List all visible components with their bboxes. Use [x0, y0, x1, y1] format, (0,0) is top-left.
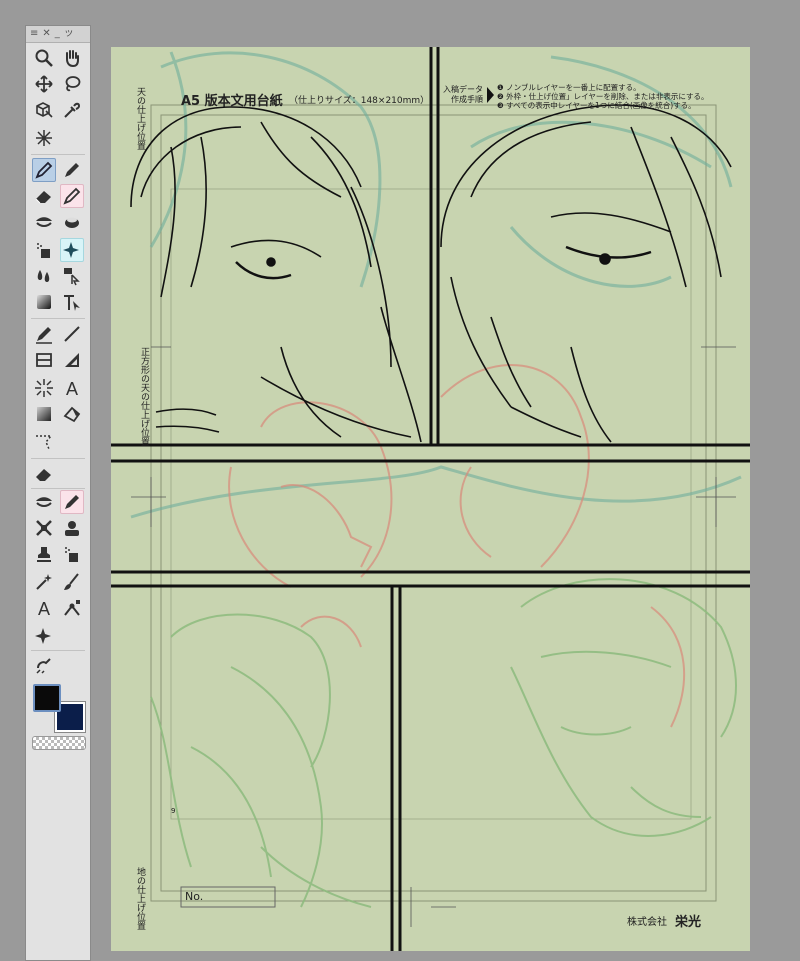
speed-lines-tool-icon[interactable]: [32, 376, 56, 400]
size-note: （仕上りサイズ：148×210mm）: [289, 96, 430, 106]
palette-header: ≡ ✕ _ ッ: [26, 26, 90, 43]
tool-palette: ≡ ✕ _ ッ A A: [25, 25, 91, 961]
remove-dust-tool-icon[interactable]: [32, 516, 56, 540]
red-sketch-layer: [228, 364, 686, 728]
main-color-swatch[interactable]: [33, 684, 61, 712]
water-tool-icon[interactable]: [32, 264, 56, 288]
eraser-tool-icon[interactable]: [32, 184, 56, 208]
green-sketch-layer: [150, 578, 737, 908]
line-tool-icon[interactable]: [60, 322, 84, 346]
pen-sub-tool-icon[interactable]: [60, 490, 84, 514]
manuscript-page: [111, 47, 750, 951]
transparent-color-swatch[interactable]: [32, 736, 86, 750]
fill-tool-icon[interactable]: [32, 210, 56, 234]
page-number: 9: [171, 807, 176, 815]
drawing-canvas[interactable]: A5 版本文用台紙 （仕上りサイズ：148×210mm） 入稿データ 作成手順 …: [111, 47, 750, 951]
instruction-3: ❸ すべての表示中レイヤーを1つに結合(画像を統合)する。: [497, 101, 696, 110]
close-icon[interactable]: ✕: [42, 26, 50, 42]
sparkle-sub-tool-icon[interactable]: [32, 624, 56, 648]
minimize-icon[interactable]: _: [55, 26, 60, 42]
svg-text:A: A: [66, 379, 78, 398]
submission-heading: 入稿データ 作成手順: [443, 85, 483, 104]
collapse-icon[interactable]: ッ: [64, 26, 74, 42]
fill-sub-tool-icon[interactable]: [32, 490, 56, 514]
lineart-right-face: [440, 104, 732, 443]
company-prefix: 株式会社: [627, 917, 667, 928]
magic-wand-tool-icon[interactable]: [32, 570, 56, 594]
side-margin-label: 正方形の天の仕上げ位置: [139, 347, 149, 446]
bottom-margin-label: 地の仕上げ位置: [135, 867, 145, 930]
vector-tool-icon[interactable]: [60, 596, 84, 620]
spray-tool-icon[interactable]: [60, 542, 84, 566]
svg-text:A: A: [38, 599, 50, 618]
control-point-tool-icon[interactable]: [60, 290, 84, 314]
auto-select-tool-icon[interactable]: [32, 126, 56, 150]
top-margin-label: 天の仕上げ位置: [135, 87, 145, 150]
zoom-tool-icon[interactable]: [32, 46, 56, 70]
move-tool-icon[interactable]: [32, 72, 56, 96]
no-label: No.: [185, 890, 204, 903]
eraser-sub-tool-icon[interactable]: [32, 462, 56, 486]
stamp-tool-icon[interactable]: [32, 542, 56, 566]
marker-tool-icon[interactable]: [60, 184, 84, 208]
text-sub-tool-icon[interactable]: A: [32, 596, 56, 620]
figure-select-tool-icon[interactable]: [60, 264, 84, 288]
page-title: A5 版本文用台紙: [181, 94, 283, 109]
object-tool-icon[interactable]: [32, 98, 56, 122]
ruler-pen-tool-icon[interactable]: [32, 322, 56, 346]
pencil-tool-icon[interactable]: [60, 158, 84, 182]
frame-border-tool-icon[interactable]: [32, 348, 56, 372]
teal-sketch-layer: [130, 51, 742, 519]
ruler-tool-icon[interactable]: [60, 348, 84, 372]
correction-line-tool-icon[interactable]: [32, 430, 56, 454]
submission-arrow-icon: [487, 87, 494, 103]
sparkle-tool-icon[interactable]: [60, 238, 84, 262]
color-picker-tool-icon[interactable]: [32, 654, 56, 678]
balloon-tool-icon[interactable]: [60, 402, 84, 426]
brush-tool-icon[interactable]: [60, 570, 84, 594]
trim-marks: [131, 346, 736, 927]
airbrush-tool-icon[interactable]: [32, 238, 56, 262]
tone-tool-icon[interactable]: [32, 402, 56, 426]
text-tool-icon[interactable]: A: [60, 376, 84, 400]
lasso-tool-icon[interactable]: [60, 72, 84, 96]
gradient-tool-icon[interactable]: [32, 290, 56, 314]
hand-tool-icon[interactable]: [60, 46, 84, 70]
pen-tool-icon[interactable]: [32, 158, 56, 182]
menu-icon[interactable]: ≡: [30, 26, 38, 42]
mask-tool-icon[interactable]: [60, 516, 84, 540]
company-name: 栄光: [675, 915, 702, 930]
blend-tool-icon[interactable]: [60, 210, 84, 234]
eyedropper-tool-icon[interactable]: [60, 98, 84, 122]
